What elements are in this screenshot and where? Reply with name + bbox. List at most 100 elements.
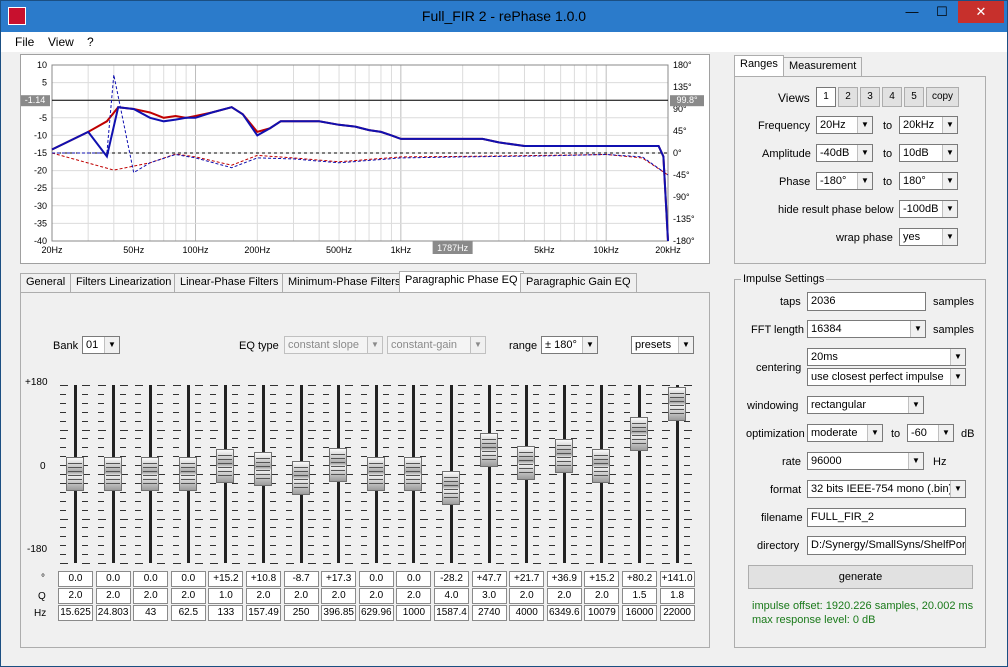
eq-band-16-hz[interactable]: 16000 (622, 605, 657, 621)
format-select[interactable]: 32 bits IEEE-754 mono (.bin) ▼ (807, 480, 966, 498)
eq-band-16-deg[interactable]: +80.2 (622, 571, 657, 587)
eq-band-11-slider[interactable] (434, 371, 468, 581)
taps-input[interactable]: 2036 (807, 292, 926, 311)
amp-to-select[interactable]: 10dB ▼ (899, 144, 958, 162)
eq-band-16-slider[interactable] (622, 371, 656, 581)
eq-band-10-q[interactable]: 2.0 (396, 588, 432, 604)
tab-measurement[interactable]: Measurement (783, 57, 863, 76)
slider-thumb[interactable] (479, 433, 498, 468)
eq-band-3-q[interactable]: 2.0 (133, 588, 169, 604)
eq-band-5-hz[interactable]: 133 (208, 605, 244, 621)
maximize-button[interactable]: ☐ (927, 1, 957, 23)
eq-band-10-deg[interactable]: 0.0 (396, 571, 432, 587)
eq-band-9-q[interactable]: 2.0 (358, 588, 394, 604)
eq-band-8-q[interactable]: 2.0 (321, 588, 357, 604)
eq-band-17-q[interactable]: 1.8 (659, 588, 695, 604)
optimization-db-select[interactable]: -60 ▼ (907, 424, 954, 442)
slider-thumb[interactable] (630, 417, 648, 452)
generate-button[interactable]: generate (748, 565, 973, 589)
eq-band-8-hz[interactable]: 396.85 (321, 605, 357, 621)
eq-band-10-hz[interactable]: 1000 (396, 605, 432, 621)
eq-band-14-slider[interactable] (547, 371, 581, 581)
slider-thumb[interactable] (178, 457, 197, 491)
eq-band-15-slider[interactable] (584, 371, 618, 581)
eq-band-15-hz[interactable]: 10079 (584, 605, 620, 621)
eq-band-14-hz[interactable]: 6349.6 (546, 605, 582, 621)
eq-band-14-q[interactable]: 2.0 (546, 588, 582, 604)
eq-type-select[interactable]: constant slope ▼ (284, 336, 383, 354)
tab-minimum-phase-filters[interactable]: Minimum-Phase Filters (282, 273, 407, 292)
slider-thumb[interactable] (141, 457, 160, 491)
eq-band-12-deg[interactable]: +47.7 (471, 571, 507, 587)
menu-file[interactable]: File (15, 35, 34, 49)
eq-band-5-deg[interactable]: +15.2 (208, 571, 244, 587)
directory-input[interactable]: D:/Synergy/SmallSyns/ShelfPorte (807, 536, 966, 555)
view-3-button[interactable]: 3 (860, 87, 880, 107)
slider-thumb[interactable] (216, 449, 235, 484)
eq-band-15-deg[interactable]: +15.2 (584, 571, 620, 587)
eq-band-17-hz[interactable]: 22000 (659, 605, 695, 621)
eq-band-5-q[interactable]: 1.0 (208, 588, 244, 604)
eq-band-1-hz[interactable]: 15.625 (58, 605, 93, 621)
phase-to-select[interactable]: 180° ▼ (899, 172, 958, 190)
eq-band-2-hz[interactable]: 24.803 (95, 605, 131, 621)
slider-thumb[interactable] (329, 448, 348, 483)
eq-band-7-slider[interactable] (284, 371, 318, 581)
presets-select[interactable]: presets ▼ (631, 336, 694, 354)
eq-band-2-slider[interactable] (96, 371, 130, 581)
eq-band-13-hz[interactable]: 4000 (509, 605, 545, 621)
minimize-button[interactable]: — (897, 1, 927, 23)
eq-gain-select[interactable]: constant-gain ▼ (387, 336, 486, 354)
eq-band-17-slider[interactable] (660, 371, 694, 581)
slider-thumb[interactable] (103, 457, 122, 491)
menu-help[interactable]: ? (87, 35, 94, 49)
slider-thumb[interactable] (366, 457, 385, 491)
response-chart[interactable]: 1050-5-10-15-20-25-30-35-40180°135°90°45… (20, 54, 710, 264)
slider-thumb[interactable] (517, 446, 536, 481)
eq-band-11-q[interactable]: 4.0 (434, 588, 469, 604)
eq-band-2-q[interactable]: 2.0 (95, 588, 131, 604)
wrap-phase-select[interactable]: yes ▼ (899, 228, 958, 246)
hide-phase-select[interactable]: -100dB ▼ (899, 200, 958, 218)
copy-view-button[interactable]: copy (926, 87, 959, 107)
eq-band-13-q[interactable]: 2.0 (509, 588, 545, 604)
eq-band-12-hz[interactable]: 2740 (471, 605, 507, 621)
view-4-button[interactable]: 4 (882, 87, 902, 107)
eq-band-6-slider[interactable] (246, 371, 280, 581)
slider-thumb[interactable] (442, 470, 460, 505)
tab-linear-phase-filters[interactable]: Linear-Phase Filters (174, 273, 285, 292)
eq-band-3-deg[interactable]: 0.0 (133, 571, 169, 587)
eq-band-1-slider[interactable] (58, 371, 92, 581)
eq-band-3-slider[interactable] (133, 371, 167, 581)
eq-band-7-q[interactable]: 2.0 (283, 588, 319, 604)
eq-band-12-slider[interactable] (472, 371, 506, 581)
view-1-button[interactable]: 1 (816, 87, 836, 107)
close-button[interactable]: ✕ (958, 1, 1004, 23)
eq-band-10-slider[interactable] (396, 371, 430, 581)
eq-band-11-hz[interactable]: 1587.4 (434, 605, 469, 621)
eq-band-4-hz[interactable]: 62.5 (170, 605, 206, 621)
freq-to-select[interactable]: 20kHz ▼ (899, 116, 958, 134)
eq-band-7-hz[interactable]: 250 (283, 605, 319, 621)
optimization-select[interactable]: moderate ▼ (807, 424, 883, 442)
eq-band-15-q[interactable]: 2.0 (584, 588, 620, 604)
view-2-button[interactable]: 2 (838, 87, 858, 107)
eq-band-8-deg[interactable]: +17.3 (321, 571, 357, 587)
eq-band-6-hz[interactable]: 157.49 (246, 605, 281, 621)
tab-filters-linearization[interactable]: Filters Linearization (70, 273, 178, 292)
bank-select[interactable]: 01 ▼ (82, 336, 120, 354)
eq-band-12-q[interactable]: 3.0 (471, 588, 507, 604)
slider-thumb[interactable] (254, 451, 272, 486)
rate-select[interactable]: 96000 ▼ (807, 452, 924, 470)
view-5-button[interactable]: 5 (904, 87, 924, 107)
slider-thumb[interactable] (592, 449, 611, 484)
slider-thumb[interactable] (66, 457, 84, 491)
amp-from-select[interactable]: -40dB ▼ (816, 144, 873, 162)
slider-thumb[interactable] (667, 387, 686, 422)
eq-band-4-deg[interactable]: 0.0 (170, 571, 206, 587)
centering-select[interactable]: 20ms ▼ (807, 348, 966, 366)
eq-band-13-slider[interactable] (509, 371, 543, 581)
eq-band-3-hz[interactable]: 43 (133, 605, 169, 621)
eq-band-11-deg[interactable]: -28.2 (434, 571, 469, 587)
eq-band-9-slider[interactable] (359, 371, 393, 581)
